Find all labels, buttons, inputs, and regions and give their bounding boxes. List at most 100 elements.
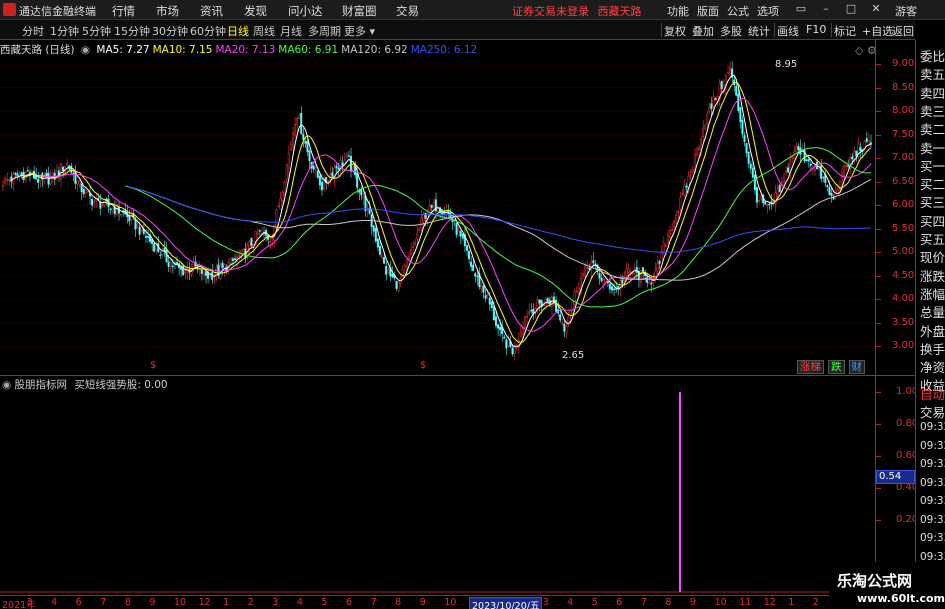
period-30min[interactable]: 30分钟 xyxy=(152,23,188,39)
date-tick-label: 2 xyxy=(812,597,819,608)
maximize-icon[interactable]: □ xyxy=(843,2,859,18)
adjust-button[interactable]: 复权 xyxy=(664,23,686,39)
date-cursor-label: 2023/10/20/五 xyxy=(469,597,543,609)
menu-discover[interactable]: 发现 xyxy=(244,3,267,19)
overlay-button[interactable]: 叠加 xyxy=(692,23,714,39)
candle-body xyxy=(16,173,19,177)
candle-body xyxy=(807,158,810,162)
period-weekly[interactable]: 周线 xyxy=(253,23,275,39)
menu-bar: 通达信金融终端 行情 市场 资讯 发现 问小达 财富圈 交易 证券交易未登录 西… xyxy=(0,0,945,20)
event-tag[interactable]: 涨梯 xyxy=(797,360,824,374)
candle-body xyxy=(729,67,731,75)
candle-body xyxy=(571,300,574,315)
indicator-title: 股朋指标网 xyxy=(14,379,68,391)
candle-body xyxy=(646,276,649,283)
period-multi[interactable]: 多周期 xyxy=(308,23,341,39)
candle-body xyxy=(101,204,104,207)
ex-dividend-mark[interactable]: $ xyxy=(420,360,426,371)
mark-button[interactable]: 标记 xyxy=(834,23,856,39)
tick-time: 09:32 xyxy=(920,421,945,433)
diamond-icon[interactable]: ◇ xyxy=(855,44,863,57)
candle-body xyxy=(138,226,141,235)
menu-layout[interactable]: 版面 xyxy=(697,3,719,19)
period-timeshare[interactable]: 分时 xyxy=(22,23,44,39)
candle-body xyxy=(184,270,187,274)
window-icon[interactable]: ▭ xyxy=(793,2,809,18)
price-tick-label: 9.00 xyxy=(892,58,915,70)
broker-status[interactable]: 证券交易未登录 xyxy=(512,5,589,18)
candle-body xyxy=(204,271,207,276)
back-button[interactable]: 返回 xyxy=(892,23,914,39)
menu-ask[interactable]: 问小达 xyxy=(288,3,323,19)
period-60min[interactable]: 60分钟 xyxy=(190,23,226,39)
candle-body xyxy=(749,163,752,169)
candle-body xyxy=(59,164,62,180)
indicator-pane[interactable] xyxy=(0,375,875,595)
ex-dividend-mark[interactable]: $ xyxy=(150,360,156,371)
candle-body xyxy=(627,268,630,273)
candle-body xyxy=(492,306,495,321)
date-tick-label: 6 xyxy=(346,597,353,608)
candle-body xyxy=(231,258,234,261)
price-tick-mark xyxy=(876,181,881,183)
period-more[interactable]: 更多 ▾ xyxy=(344,23,375,39)
menu-options[interactable]: 选项 xyxy=(757,3,779,19)
candle-body xyxy=(656,263,659,271)
date-tick-label: 4 xyxy=(296,597,303,608)
period-1min[interactable]: 1分钟 xyxy=(50,23,79,39)
menu-news[interactable]: 资讯 xyxy=(200,3,223,19)
candle-body xyxy=(381,255,383,259)
candle-body xyxy=(755,187,758,203)
period-monthly[interactable]: 月线 xyxy=(280,23,302,39)
candle-body xyxy=(470,261,473,267)
period-15min[interactable]: 15分钟 xyxy=(114,23,150,39)
statistics-button[interactable]: 统计 xyxy=(748,23,770,39)
quote-field-label: 外盘 xyxy=(920,323,945,339)
candle-body xyxy=(828,187,831,195)
candle-body xyxy=(575,290,578,293)
multi-stock-button[interactable]: 多股 xyxy=(720,23,742,39)
candle-body xyxy=(397,281,400,291)
add-watchlist-button[interactable]: +自选 xyxy=(862,23,893,39)
date-tick-label: 3 xyxy=(542,597,549,608)
candle-body xyxy=(281,192,284,201)
candle-body xyxy=(109,208,112,210)
candle-body xyxy=(441,211,444,215)
menu-quotes[interactable]: 行情 xyxy=(112,3,135,19)
guest-login[interactable]: 游客 xyxy=(895,3,917,19)
period-more-label: 更多 xyxy=(344,25,366,38)
price-tick-mark xyxy=(876,275,881,277)
period-5min[interactable]: 5分钟 xyxy=(82,23,111,39)
menu-function[interactable]: 功能 xyxy=(667,3,689,19)
candle-body xyxy=(383,257,386,264)
candle-body xyxy=(62,166,64,172)
event-tag[interactable]: 跌 xyxy=(828,360,845,374)
quote-field-label: 买二 xyxy=(920,177,945,193)
candle-body xyxy=(4,177,6,184)
date-tick-label: 4 xyxy=(51,597,58,608)
candle-body xyxy=(559,314,562,321)
legend-toggle-icon[interactable]: ◉ xyxy=(81,44,90,56)
candle-body xyxy=(555,299,557,312)
close-icon[interactable]: ✕ xyxy=(868,2,884,18)
tick-time: 09:33 xyxy=(920,458,945,470)
candle-body xyxy=(298,115,301,119)
event-tag[interactable]: 财 xyxy=(848,360,865,374)
menu-market[interactable]: 市场 xyxy=(156,3,179,19)
draw-line-button[interactable]: 画线 xyxy=(777,23,799,39)
candle-body xyxy=(306,141,309,152)
minimize-icon[interactable]: – xyxy=(818,2,834,18)
indicator-toggle-icon[interactable]: ◉ xyxy=(2,379,11,391)
candle-body xyxy=(610,286,613,291)
candle-body xyxy=(269,241,272,243)
menu-formula[interactable]: 公式 xyxy=(727,3,749,19)
menu-trade[interactable]: 交易 xyxy=(396,3,419,19)
auto-trade-toggle[interactable]: 自动 xyxy=(920,384,945,403)
candle-body xyxy=(486,294,489,297)
main-chart-pane[interactable] xyxy=(0,40,875,375)
period-daily[interactable]: 日线 xyxy=(227,23,249,39)
f10-button[interactable]: F10 xyxy=(806,23,826,36)
kline-chart[interactable] xyxy=(0,40,875,375)
menu-wealth[interactable]: 财富圈 xyxy=(342,3,377,19)
date-tick-label: 2 xyxy=(247,597,254,608)
